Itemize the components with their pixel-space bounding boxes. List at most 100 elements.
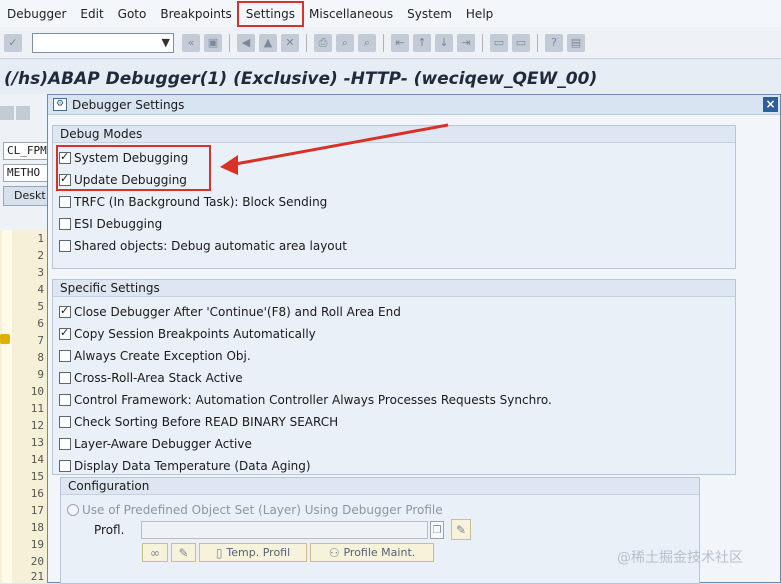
option-exception-obj[interactable]: Always Create Exception Obj. xyxy=(59,347,251,365)
source-line-gutter: 1 2 3 4 5 6 7 8 9 10 11 12 13 14 15 16 1… xyxy=(0,230,48,583)
new-session-icon[interactable]: ▭ xyxy=(490,33,508,52)
option-cross-roll-area[interactable]: Cross-Roll-Area Stack Active xyxy=(59,369,243,387)
print-icon[interactable]: ⎙ xyxy=(314,33,332,52)
profile-label: Profl. xyxy=(94,523,125,537)
temp-profil-button[interactable]: ▯ Temp. Profil xyxy=(199,543,307,562)
prev-page-icon[interactable]: ↑ xyxy=(413,33,431,52)
shortcut-icon[interactable]: ▭ xyxy=(512,33,530,52)
close-debugger-checkbox[interactable] xyxy=(59,304,71,318)
profile-value-help-icon[interactable]: ❐ xyxy=(430,521,444,539)
configuration-title: Configuration xyxy=(61,478,699,495)
breakpoint-column[interactable] xyxy=(2,230,12,583)
layer-aware-checkbox[interactable] xyxy=(59,438,71,450)
line-number: 15 xyxy=(30,470,44,483)
exception-obj-checkbox[interactable] xyxy=(59,350,71,362)
tab-desktop[interactable]: Deskt xyxy=(3,186,48,206)
copy-breakpoints-label: Copy Session Breakpoints Automatically xyxy=(74,327,316,341)
data-temperature-checkbox[interactable] xyxy=(59,460,71,472)
line-number: 13 xyxy=(30,436,44,449)
line-number: 5 xyxy=(37,300,44,313)
close-button[interactable]: × xyxy=(763,97,778,112)
menu-system[interactable]: System xyxy=(400,3,459,25)
option-copy-breakpoints[interactable]: Copy Session Breakpoints Automatically xyxy=(59,325,316,343)
menu-debugger[interactable]: Debugger xyxy=(0,3,73,25)
toolbar-separator xyxy=(537,33,538,52)
menu-miscellaneous[interactable]: Miscellaneous xyxy=(302,3,400,25)
check-sorting-checkbox[interactable] xyxy=(59,416,71,428)
shared-objects-checkbox[interactable] xyxy=(59,240,71,252)
line-number: 16 xyxy=(30,487,44,500)
line-number: 4 xyxy=(37,283,44,296)
back-nav-icon[interactable]: ◀ xyxy=(237,33,255,52)
toolbar-small-icon[interactable] xyxy=(0,106,14,120)
cancel-icon[interactable]: ✕ xyxy=(281,33,299,52)
menu-bar: Debugger Edit Goto Breakpoints Settings … xyxy=(0,0,781,27)
temp-profil-label: Temp. Profil xyxy=(226,546,291,559)
watermark: @稀土掘金技术社区 xyxy=(617,550,743,566)
option-predefined-object-set[interactable]: Use of Predefined Object Set (Layer) Usi… xyxy=(67,501,443,519)
arrow-head-icon xyxy=(220,155,238,175)
program-field[interactable]: CL_FPM xyxy=(3,142,48,160)
predefined-object-set-label: Use of Predefined Object Set (Layer) Usi… xyxy=(82,503,443,517)
layout-icon[interactable]: ▤ xyxy=(567,33,585,52)
profile-display-icon[interactable]: ✎ xyxy=(451,519,471,540)
menu-breakpoints[interactable]: Breakpoints xyxy=(153,3,238,25)
specific-settings-title: Specific Settings xyxy=(53,280,735,297)
menu-help[interactable]: Help xyxy=(459,3,500,25)
dialog-header: ⚙ Debugger Settings × xyxy=(48,95,780,115)
line-number: 2 xyxy=(37,249,44,262)
cross-roll-area-checkbox[interactable] xyxy=(59,372,71,384)
toolbar-separator xyxy=(306,33,307,52)
last-page-icon[interactable]: ⇥ xyxy=(457,33,475,52)
option-layer-aware[interactable]: Layer-Aware Debugger Active xyxy=(59,435,252,453)
line-number: 8 xyxy=(37,351,44,364)
edit-pencil-icon[interactable]: ✎ xyxy=(171,543,196,562)
trfc-checkbox[interactable] xyxy=(59,196,71,208)
line-number: 3 xyxy=(37,266,44,279)
control-framework-checkbox[interactable] xyxy=(59,394,71,406)
glasses-icon[interactable]: ∞ xyxy=(142,543,168,562)
trfc-label: TRFC (In Background Task): Block Sending xyxy=(74,195,328,209)
toolbar-small-icon[interactable] xyxy=(16,106,30,120)
exception-obj-label: Always Create Exception Obj. xyxy=(74,349,251,363)
option-data-temperature[interactable]: Display Data Temperature (Data Aging) xyxy=(59,457,311,475)
toolbar-separator xyxy=(383,33,384,52)
option-trfc[interactable]: TRFC (In Background Task): Block Sending xyxy=(59,193,327,211)
help-icon[interactable]: ? xyxy=(545,33,563,52)
dropdown-icon[interactable]: ▼ xyxy=(162,36,170,49)
check-sorting-label: Check Sorting Before READ BINARY SEARCH xyxy=(74,415,339,429)
option-close-debugger[interactable]: Close Debugger After 'Continue'(F8) and … xyxy=(59,303,401,321)
esi-debugging-checkbox[interactable] xyxy=(59,218,71,230)
close-debugger-label: Close Debugger After 'Continue'(F8) and … xyxy=(74,305,401,319)
option-check-sorting[interactable]: Check Sorting Before READ BINARY SEARCH xyxy=(59,413,338,431)
copy-breakpoints-checkbox[interactable] xyxy=(59,326,71,340)
breakpoint-icon[interactable] xyxy=(0,334,10,344)
document-icon: ▯ xyxy=(215,545,223,560)
menu-edit[interactable]: Edit xyxy=(73,3,110,25)
line-number: 9 xyxy=(37,368,44,381)
line-number: 12 xyxy=(30,419,44,432)
back-icon[interactable]: « xyxy=(182,33,200,52)
menu-goto[interactable]: Goto xyxy=(111,3,154,25)
line-number: 19 xyxy=(30,538,44,551)
find-icon[interactable]: ⌕ xyxy=(336,33,354,52)
annotation-highlight-box xyxy=(56,145,211,191)
save-icon[interactable]: ▣ xyxy=(204,33,222,52)
option-esi-debugging[interactable]: ESI Debugging xyxy=(59,215,162,233)
first-page-icon[interactable]: ⇤ xyxy=(391,33,409,52)
profile-input[interactable] xyxy=(141,521,428,539)
option-shared-objects[interactable]: Shared objects: Debug automatic area lay… xyxy=(59,237,347,255)
line-number: 11 xyxy=(30,402,44,415)
option-control-framework[interactable]: Control Framework: Automation Controller… xyxy=(59,391,552,409)
menu-settings[interactable]: Settings xyxy=(236,0,305,27)
exit-icon[interactable]: ▲ xyxy=(259,33,277,52)
profile-maint-label: Profile Maint. xyxy=(343,546,416,559)
enter-icon[interactable]: ✓ xyxy=(4,33,22,52)
command-field[interactable]: ▼ xyxy=(32,32,174,53)
next-page-icon[interactable]: ↓ xyxy=(435,33,453,52)
find-next-icon[interactable]: ⌕ xyxy=(358,33,376,52)
profile-maint-button[interactable]: ⚇ Profile Maint. xyxy=(310,543,434,562)
method-field[interactable]: METHO xyxy=(3,164,48,182)
line-number: 7 xyxy=(37,334,44,347)
predefined-object-set-radio[interactable] xyxy=(67,504,79,516)
